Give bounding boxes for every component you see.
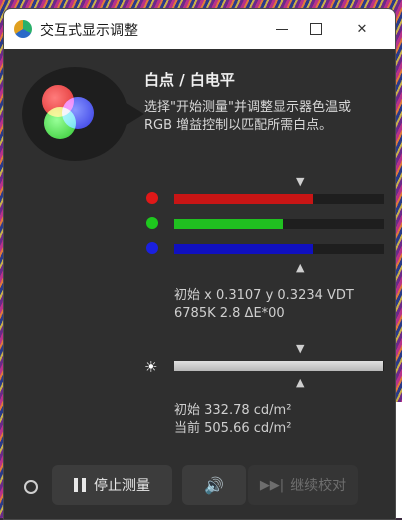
stop-measurement-label: 停止测量 xyxy=(94,478,150,494)
white-point-line1: 初始 x 0.3107 y 0.3234 VDT xyxy=(174,288,354,303)
continue-calibration-button[interactable]: ▶▶| 继续校对 xyxy=(248,465,358,505)
interactive-display-adjustment-window: 交互式显示调整 ✕ 白点 / 白电平 选择"开始测量"并调整显示器色温或 RGB… xyxy=(3,8,396,520)
instruction-line: 选择"开始测量"并调整显示器色温或 RGB 增益控制以匹配所需白点。 xyxy=(144,100,351,133)
stop-measurement-button[interactable]: 停止测量 xyxy=(52,465,172,505)
blue-gain-bar xyxy=(174,244,384,254)
app-logo-icon xyxy=(14,20,32,38)
skip-forward-icon: ▶▶| xyxy=(259,477,285,493)
window-title: 交互式显示调整 xyxy=(40,23,138,39)
minimize-icon xyxy=(276,28,288,30)
luminance-marker-top-icon: ▼ xyxy=(296,342,305,355)
status-indicator-icon xyxy=(24,480,38,494)
instruction-text: 选择"开始测量"并调整显示器色温或 RGB 增益控制以匹配所需白点。 xyxy=(144,99,384,135)
continue-calibration-label: 继续校对 xyxy=(290,478,347,494)
target-marker-top-icon: ▼ xyxy=(296,175,305,188)
luminance-bar xyxy=(174,361,384,371)
minimize-button[interactable] xyxy=(268,17,296,41)
sun-icon: ☀ xyxy=(144,358,158,376)
pause-icon xyxy=(74,478,86,492)
green-gain-bar xyxy=(174,219,384,229)
luminance-readout: 初始 332.78 cd/m² 当前 505.66 cd/m² xyxy=(174,402,291,438)
target-marker-bottom-icon: ▲ xyxy=(296,261,305,274)
white-point-readout: 初始 x 0.3107 y 0.3234 VDT 6785K 2.8 ΔE*00 xyxy=(174,287,354,323)
close-icon: ✕ xyxy=(356,21,368,37)
title-bar[interactable]: 交互式显示调整 ✕ xyxy=(4,9,395,49)
blue-dot xyxy=(146,242,158,254)
luminance-marker-bottom-icon: ▲ xyxy=(296,376,305,389)
speaker-icon: 🔊 xyxy=(204,475,224,495)
sound-toggle-button[interactable]: 🔊 xyxy=(182,465,246,505)
rgb-circles-icon xyxy=(22,67,144,161)
luminance-current: 当前 505.66 cd/m² xyxy=(174,421,292,436)
green-circle xyxy=(44,107,76,139)
luminance-fill xyxy=(174,361,383,371)
red-gain-fill xyxy=(174,194,313,204)
white-point-line2: 6785K 2.8 ΔE*00 xyxy=(174,306,285,321)
red-gain-bar xyxy=(174,194,384,204)
luminance-initial: 初始 332.78 cd/m² xyxy=(174,403,292,418)
green-dot xyxy=(146,217,158,229)
maximize-icon xyxy=(310,23,322,35)
blue-gain-fill xyxy=(174,244,313,254)
section-heading: 白点 / 白电平 xyxy=(144,71,235,89)
close-button[interactable]: ✕ xyxy=(348,17,376,41)
maximize-button[interactable] xyxy=(302,17,330,41)
green-gain-fill xyxy=(174,219,284,229)
red-dot xyxy=(146,192,158,204)
